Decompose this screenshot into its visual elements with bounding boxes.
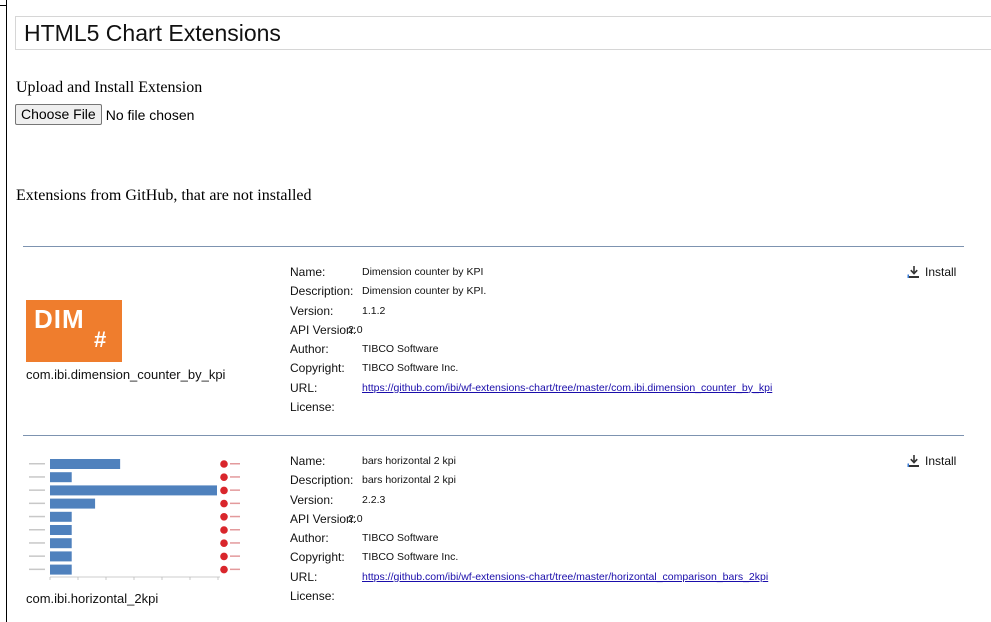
- meta-value-author: TIBCO Software: [362, 343, 439, 356]
- meta-value-name: bars horizontal 2 kpi: [362, 455, 456, 467]
- thumbnail-bar: [50, 498, 96, 509]
- meta-key-version: Version:: [290, 303, 334, 318]
- thumbnail-marker: [220, 460, 228, 468]
- extension-logo: DIM #: [26, 300, 122, 362]
- thumbnail-marker-label: [230, 542, 240, 544]
- thumbnail-bar: [50, 564, 72, 575]
- meta-value-description: bars horizontal 2 kpi: [362, 474, 456, 487]
- extension-thumbnail-chart: [29, 459, 240, 580]
- install-label: Install: [925, 454, 957, 468]
- logo-symbol: #: [94, 327, 107, 352]
- meta-key-author: Author:: [290, 531, 329, 546]
- thumbnail-bar: [50, 551, 72, 562]
- download-icon: [907, 455, 919, 467]
- install-button[interactable]: Install: [907, 454, 956, 468]
- thumbnail-marker-label: [230, 489, 240, 491]
- thumbnail-label-placeholder: [29, 463, 45, 465]
- thumbnail-label-placeholder: [29, 542, 45, 544]
- thumbnail-bar: [50, 485, 217, 496]
- thumbnail-marker: [220, 486, 228, 495]
- meta-value-description: Dimension counter by KPI.: [362, 285, 487, 298]
- meta-key-version: Version:: [290, 492, 334, 507]
- thumbnail-marker: [220, 552, 228, 561]
- thumbnail-marker-label: [230, 476, 240, 478]
- meta-value-copyright: TIBCO Software Inc.: [362, 551, 459, 564]
- page-title: HTML5 Chart Extensions: [24, 20, 281, 46]
- meta-key-api-version: API Version:: [290, 322, 357, 337]
- thumbnail-label-placeholder: [29, 555, 45, 557]
- meta-key-name: Name:: [290, 454, 326, 468]
- meta-value-api-version: 2.0: [348, 323, 363, 336]
- window-frame-top: [0, 5, 7, 6]
- meta-value-api-version: 2.0: [348, 512, 363, 525]
- meta-value-url: https://github.com/ibi/wf-extensions-cha…: [362, 568, 768, 587]
- extension-url-link[interactable]: https://github.com/ibi/wf-extensions-cha…: [362, 571, 768, 583]
- thumbnail-marker-label: [230, 515, 240, 518]
- meta-key-name: Name:: [290, 265, 326, 279]
- thumbnail-marker: [220, 499, 228, 508]
- thumbnail-bar: [50, 538, 72, 549]
- thumbnail-label-placeholder: [29, 529, 45, 531]
- meta-key-api-version: API Version:: [290, 511, 357, 526]
- thumbnail-bar: [50, 459, 121, 469]
- github-section-label: Extensions from GitHub, that are not ins…: [16, 187, 312, 204]
- thumbnail-label-placeholder: [29, 476, 45, 478]
- thumbnail-bar: [50, 511, 72, 522]
- extension-url-link[interactable]: https://github.com/ibi/wf-extensions-cha…: [362, 382, 772, 394]
- meta-key-author: Author:: [290, 342, 329, 357]
- thumbnail-label-placeholder: [29, 489, 45, 491]
- thumbnail-label-placeholder: [29, 515, 45, 518]
- meta-value-name: Dimension counter by KPI: [362, 266, 484, 278]
- meta-key-description: Description:: [290, 284, 354, 299]
- meta-key-url: URL:: [290, 380, 318, 395]
- thumbnail-marker-label: [230, 463, 240, 465]
- meta-key-license: License:: [290, 400, 335, 415]
- meta-value-version: 2.2.3: [362, 493, 386, 506]
- thumbnail-marker: [220, 473, 228, 481]
- file-upload-control[interactable]: Choose File No file chosen: [15, 104, 194, 125]
- meta-value-author: TIBCO Software: [362, 532, 439, 545]
- thumbnail-marker: [220, 526, 228, 534]
- thumbnail-bar: [50, 525, 72, 535]
- thumbnail-marker-label: [230, 555, 240, 557]
- meta-value-url: https://github.com/ibi/wf-extensions-cha…: [362, 379, 772, 398]
- thumbnail-marker-label: [230, 502, 240, 505]
- thumbnail-marker: [220, 539, 228, 547]
- thumbnail-label-placeholder: [29, 568, 45, 571]
- thumbnail-marker: [220, 565, 228, 574]
- thumbnail-marker-label: [230, 529, 240, 531]
- extension-id: com.ibi.dimension_counter_by_kpi: [26, 367, 226, 382]
- install-label: Install: [925, 265, 957, 279]
- thumbnail-label-placeholder: [29, 502, 45, 505]
- window-frame-left: [6, 0, 7, 622]
- extension-id: com.ibi.horizontal_2kpi: [26, 591, 159, 606]
- choose-file-button[interactable]: Choose File: [15, 104, 102, 125]
- meta-key-url: URL:: [290, 569, 318, 584]
- file-status-text: No file chosen: [105, 106, 195, 123]
- separator-line: [23, 246, 964, 247]
- thumbnail-marker: [220, 513, 228, 521]
- upload-section-label: Upload and Install Extension: [16, 79, 203, 96]
- meta-key-license: License:: [290, 589, 335, 604]
- separator-line: [23, 435, 964, 436]
- thumbnail-marker-label: [230, 568, 240, 571]
- meta-value-version: 1.1.2: [362, 304, 386, 317]
- thumbnail-bar: [50, 472, 72, 483]
- install-button[interactable]: Install: [907, 265, 956, 279]
- page-title-bar: HTML5 Chart Extensions: [15, 16, 991, 50]
- meta-key-copyright: Copyright:: [290, 361, 345, 376]
- meta-key-description: Description:: [290, 473, 354, 488]
- logo-text: DIM: [34, 304, 85, 334]
- download-icon: [907, 266, 919, 278]
- meta-key-copyright: Copyright:: [290, 550, 345, 565]
- meta-value-copyright: TIBCO Software Inc.: [362, 362, 459, 375]
